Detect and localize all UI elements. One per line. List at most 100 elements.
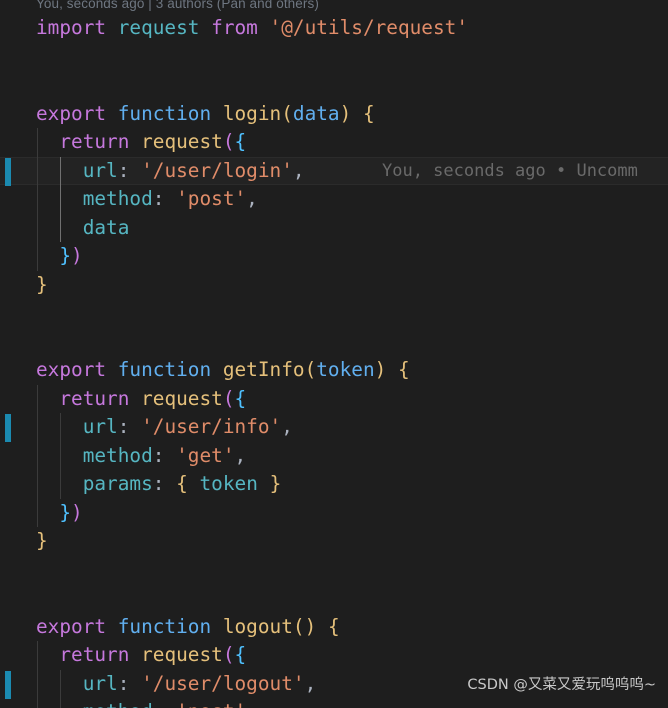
code-token: getInfo xyxy=(222,358,305,381)
code-line[interactable]: return request({ xyxy=(0,641,668,670)
code-line[interactable]: url: '/user/info', xyxy=(0,413,668,442)
code-token: : xyxy=(152,187,165,210)
code-token: request xyxy=(141,643,223,666)
code-line[interactable]: }) xyxy=(0,242,668,271)
code-line-text: url: '/user/info', xyxy=(0,413,293,442)
git-modified-marker[interactable] xyxy=(5,414,11,442)
code-token: ( xyxy=(222,130,235,153)
code-token: '/user/info' xyxy=(141,415,282,438)
code-line[interactable]: method: 'post', xyxy=(0,185,668,214)
code-token: { xyxy=(362,101,375,125)
code-token: data xyxy=(292,101,340,125)
code-token: '/user/logout' xyxy=(141,671,305,695)
code-line[interactable]: import request from '@/utils/request' xyxy=(0,14,668,43)
indent-guide xyxy=(36,641,38,708)
code-line[interactable]: }) xyxy=(0,499,668,528)
code-line[interactable]: return request({ xyxy=(0,128,668,157)
code-line-text: } xyxy=(0,527,48,556)
code-line[interactable]: export function getInfo(token) { xyxy=(0,356,668,385)
code-token: { xyxy=(176,472,188,495)
code-token: : xyxy=(153,700,165,708)
code-line[interactable] xyxy=(0,584,668,613)
code-line-text: }) xyxy=(0,499,82,528)
code-token: logout xyxy=(222,614,293,638)
code-line[interactable]: } xyxy=(0,271,668,300)
code-line[interactable] xyxy=(0,556,668,585)
code-line[interactable] xyxy=(0,299,668,328)
code-token: import xyxy=(36,16,107,39)
code-line[interactable]: return request({ xyxy=(0,385,668,414)
code-line-text: export function login(data) { xyxy=(0,100,375,129)
code-token: , xyxy=(304,671,317,695)
code-line[interactable]: method: 'get', xyxy=(0,442,668,471)
code-token: request xyxy=(117,16,200,39)
indent-guide xyxy=(36,128,38,271)
git-modified-marker[interactable] xyxy=(5,670,11,699)
code-content-area[interactable]: import request from '@/utils/request' exp… xyxy=(0,14,668,708)
code-token: method xyxy=(82,187,153,210)
code-line[interactable]: } xyxy=(0,527,668,556)
code-token: { xyxy=(234,643,247,666)
code-line-text: import request from '@/utils/request' xyxy=(0,14,468,43)
code-token: { xyxy=(327,614,340,638)
code-token: request xyxy=(141,386,223,410)
code-line[interactable]: export function login(data) { xyxy=(0,100,668,129)
code-token: return xyxy=(59,130,130,153)
file-blame-header[interactable]: You, seconds ago | 3 authors (Pan and ot… xyxy=(0,0,668,14)
code-line-text: export function getInfo(token) { xyxy=(0,356,410,385)
inline-blame-annotation[interactable]: You, seconds ago • Uncomm xyxy=(382,157,668,185)
code-token: url xyxy=(82,158,118,182)
code-token: , xyxy=(246,187,258,210)
code-line[interactable]: export function logout() { xyxy=(0,613,668,642)
code-line[interactable] xyxy=(0,328,668,357)
code-token: } xyxy=(59,244,72,267)
code-token: token xyxy=(316,358,375,381)
code-token: } xyxy=(269,472,282,495)
code-token: url xyxy=(82,415,118,438)
code-line-text: url: '/user/logout', xyxy=(0,670,317,699)
code-token: , xyxy=(234,443,247,467)
code-token: url xyxy=(82,671,118,695)
code-line-text: } xyxy=(0,271,48,300)
git-modified-marker[interactable] xyxy=(5,157,11,186)
code-editor[interactable]: You, seconds ago | 3 authors (Pan and ot… xyxy=(0,0,668,708)
code-line[interactable]: method: 'post' xyxy=(0,698,668,708)
code-line[interactable] xyxy=(0,43,668,72)
code-token: return xyxy=(59,643,130,666)
code-line[interactable]: params: { token } xyxy=(0,470,668,499)
csdn-watermark: CSDN @又菜又爱玩呜呜呜~ xyxy=(467,677,656,693)
code-token: : xyxy=(152,443,165,467)
code-token: export xyxy=(36,358,107,381)
code-line-text: method: 'post', xyxy=(0,185,258,214)
code-token: token xyxy=(199,472,258,495)
code-token: export xyxy=(36,614,107,638)
code-line-text: export function logout() { xyxy=(0,613,340,642)
code-token: params xyxy=(82,472,153,495)
code-token: } xyxy=(36,529,48,552)
code-token: return xyxy=(59,386,130,410)
code-line[interactable] xyxy=(0,71,668,100)
code-line[interactable]: data xyxy=(0,214,668,243)
code-token: method xyxy=(82,443,153,467)
code-token: 'post' xyxy=(176,700,246,708)
code-token: function xyxy=(117,101,212,125)
code-token: request xyxy=(141,130,223,153)
code-token: ) xyxy=(304,614,317,638)
